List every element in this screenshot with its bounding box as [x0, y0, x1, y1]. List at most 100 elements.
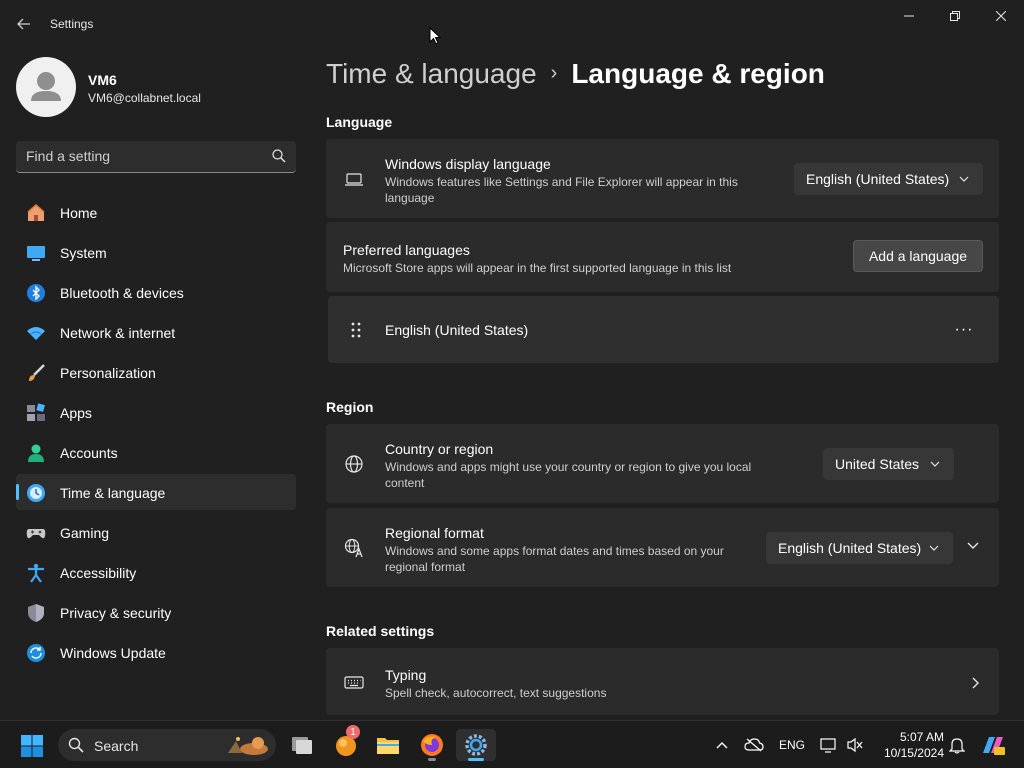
copilot-icon [983, 737, 1005, 755]
preferred-languages-description: Microsoft Store apps will appear in the … [343, 261, 732, 275]
sidebar-item-personalization[interactable]: Personalization [16, 354, 296, 390]
breadcrumb-parent[interactable]: Time & language [326, 58, 537, 89]
regional-format-value: English (United States) [778, 540, 922, 556]
sidebar-nav: Home System Bluetooth & devices Network … [16, 194, 296, 674]
sidebar-item-privacy[interactable]: Privacy & security [16, 594, 296, 630]
typing-card[interactable]: Typing Spell check, autocorrect, text su… [326, 648, 999, 715]
preferred-languages-card: Preferred languages Microsoft Store apps… [326, 222, 999, 292]
sidebar-item-accounts[interactable]: Accounts [16, 434, 296, 470]
window-title: Settings [50, 17, 94, 31]
regional-format-description: Windows and some apps format dates and t… [385, 544, 724, 574]
accessibility-icon [28, 563, 44, 583]
show-hidden-icons-button[interactable] [712, 735, 732, 755]
sidebar-item-label: Accessibility [60, 565, 137, 581]
firefox-icon [421, 734, 443, 756]
display-language-card: Windows display language Windows feature… [326, 139, 999, 218]
taskbar-notification-app[interactable]: 1 [326, 725, 366, 761]
onedrive-tray[interactable] [743, 735, 765, 755]
minimize-button[interactable] [886, 0, 932, 32]
more-options-button[interactable]: ··· [948, 316, 980, 344]
sidebar-item-bluetooth[interactable]: Bluetooth & devices [16, 274, 296, 310]
taskbar-search[interactable]: Search [58, 729, 276, 761]
laptop-icon [345, 173, 363, 186]
chevron-down-icon [930, 461, 940, 467]
sidebar-item-label: Accounts [60, 445, 118, 461]
display-language-description: Windows features like Settings and File … [385, 175, 738, 205]
home-icon [27, 204, 45, 221]
sidebar-item-time-language[interactable]: Time & language [16, 474, 296, 510]
sidebar-item-accessibility[interactable]: Accessibility [16, 554, 296, 590]
sidebar-item-apps[interactable]: Apps [16, 394, 296, 430]
search-highlight-icon [228, 737, 268, 755]
sidebar-item-home[interactable]: Home [16, 194, 296, 230]
running-indicator [428, 758, 436, 761]
cloud-offline-icon [744, 738, 764, 752]
regional-format-icon [344, 538, 363, 558]
input-language-indicator[interactable]: ENG [778, 735, 806, 755]
clock-time: 5:07 AM [899, 730, 944, 744]
taskbar-firefox[interactable] [412, 729, 452, 761]
network-tray[interactable] [818, 735, 840, 755]
update-icon [27, 644, 45, 662]
maximize-button[interactable] [932, 0, 978, 32]
sidebar-item-label: Home [60, 205, 98, 221]
display-language-title: Windows display language [385, 156, 551, 172]
breadcrumb-separator: › [550, 62, 558, 84]
apps-icon [27, 403, 45, 421]
network-monitor-icon [820, 738, 836, 753]
close-button[interactable] [978, 0, 1024, 32]
typing-title: Typing [385, 667, 427, 683]
profile-name: VM6 [88, 72, 117, 88]
country-region-value: United States [835, 456, 920, 472]
add-language-button[interactable]: Add a language [853, 240, 983, 272]
taskbar-clock[interactable]: 5:07 AM 10/15/2024 [872, 729, 944, 761]
user-avatar-icon [31, 72, 61, 101]
taskbar-search-label: Search [94, 738, 139, 754]
sidebar-item-label: Personalization [60, 365, 156, 381]
sidebar-item-label: Privacy & security [60, 605, 172, 621]
avatar [16, 57, 76, 117]
expand-chevron-icon[interactable] [966, 541, 980, 551]
search-icon[interactable] [272, 149, 286, 163]
copilot-button[interactable] [978, 731, 1008, 759]
search-icon [68, 737, 84, 753]
taskbar-settings[interactable] [456, 729, 496, 761]
display-language-dropdown[interactable]: English (United States) [794, 163, 983, 195]
language-list-item[interactable]: English (United States) ··· [328, 296, 999, 363]
sidebar-item-system[interactable]: System [16, 234, 296, 270]
regional-format-title: Regional format [385, 525, 484, 541]
profile-email: VM6@collabnet.local [88, 91, 201, 105]
shield-icon [28, 604, 44, 622]
sidebar-item-network[interactable]: Network & internet [16, 314, 296, 350]
drag-handle-icon[interactable] [346, 320, 366, 340]
gamepad-icon [26, 529, 46, 539]
breadcrumb: Time & language › Language & region [326, 58, 825, 90]
bell-icon [949, 738, 965, 754]
chevron-down-icon [929, 545, 939, 551]
mouse-cursor-icon [429, 27, 441, 45]
section-title-language: Language [326, 114, 393, 130]
country-region-title: Country or region [385, 441, 494, 457]
volume-tray[interactable] [844, 735, 866, 755]
typing-description: Spell check, autocorrect, text suggestio… [385, 686, 607, 700]
windows-start-icon[interactable] [20, 734, 44, 758]
search-input[interactable] [16, 141, 266, 171]
back-arrow-icon [17, 18, 30, 30]
notification-badge: 1 [346, 725, 360, 739]
regional-format-dropdown[interactable]: English (United States) [766, 532, 953, 564]
country-region-dropdown[interactable]: United States [823, 448, 954, 480]
sidebar-item-label: Time & language [60, 485, 166, 501]
sidebar-item-gaming[interactable]: Gaming [16, 514, 296, 550]
file-explorer-icon [377, 738, 399, 754]
restore-icon [950, 11, 960, 21]
settings-window: Settings VM6 VM6@collabnet.local Home S [0, 0, 1024, 768]
keyboard-icon [344, 676, 364, 689]
user-profile[interactable]: VM6 VM6@collabnet.local [16, 56, 296, 120]
taskbar-file-explorer[interactable] [368, 729, 408, 761]
notifications-button[interactable] [946, 735, 968, 755]
sidebar-item-label: Network & internet [60, 325, 176, 341]
regional-format-card[interactable]: Regional format Windows and some apps fo… [326, 508, 999, 587]
taskbar-task-view[interactable] [282, 729, 322, 761]
sidebar-item-windows-update[interactable]: Windows Update [16, 634, 296, 670]
back-button[interactable] [8, 8, 40, 40]
